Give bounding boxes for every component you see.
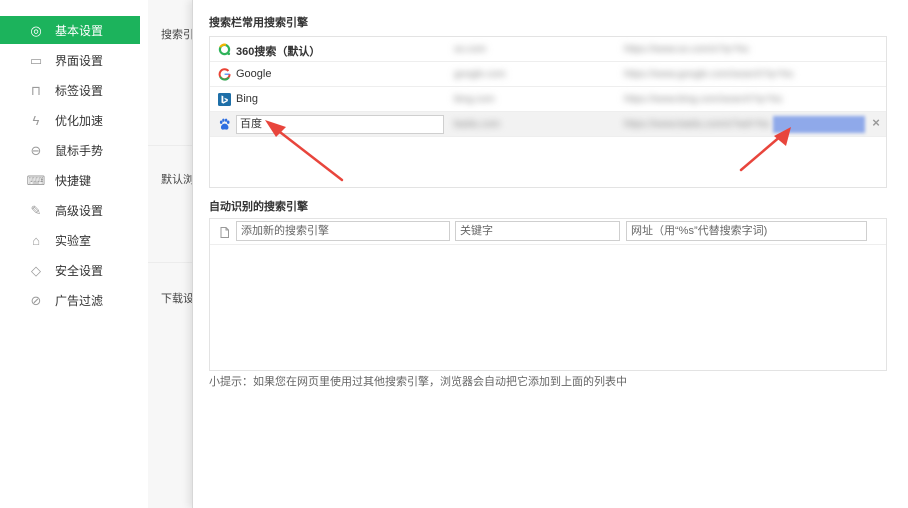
- sidebar-item-label: 快捷键: [55, 173, 92, 188]
- engine-name: Google: [236, 68, 272, 80]
- mouse-icon: ⊖: [30, 142, 42, 158]
- engine-row-bing[interactable]: Bing bing.com https://www.bing.com/searc…: [210, 87, 886, 112]
- engine-keyword: bing.com: [454, 94, 495, 105]
- sidebar-item-label: 实验室: [55, 233, 92, 248]
- sidebar-item-label: 广告过滤: [55, 293, 104, 308]
- sidebar-item-label: 界面设置: [55, 53, 104, 68]
- sidebar-item-label: 标签设置: [55, 83, 104, 98]
- sidebar-item[interactable]: ▭ 界面设置: [0, 46, 140, 74]
- section-divider: [148, 145, 193, 146]
- 360-search-icon: [218, 43, 231, 56]
- engine-keyword: so.com: [454, 44, 487, 55]
- sidebar-item[interactable]: ⌂ 实验室: [0, 226, 140, 254]
- window-icon: ▭: [29, 52, 43, 68]
- shield-icon: ◇: [31, 262, 41, 278]
- sidebar-item-label: 安全设置: [55, 263, 104, 278]
- keyboard-icon: ⌨: [26, 172, 46, 188]
- engine-row-360[interactable]: 360搜索（默认） so.com https://www.so.com/s?q=…: [210, 37, 886, 62]
- engine-url: https://www.google.com/search?q=%s: [624, 69, 794, 80]
- auto-engines-title: 自动识别的搜索引擎: [209, 201, 308, 213]
- search-engine-dialog: 搜索栏常用搜索引擎 360搜索（默认） so.com https://www.s…: [192, 0, 908, 508]
- settings-section-strip: 搜索引 默认浏 下载设: [148, 0, 193, 508]
- engine-name: Bing: [236, 93, 259, 105]
- sidebar-item[interactable]: ◇ 安全设置: [0, 256, 140, 284]
- lightning-icon: ϟ: [32, 112, 40, 128]
- settings-sidebar: ◎ 基本设置 ▭ 界面设置 ⊓ 标签设置 ϟ 优化加速 ⊖ 鼠标手势 ⌨ 快捷键 ✎ 高级设置 ⌂ 实验室 ◇ 安…: [0, 0, 140, 508]
- section-label-search: 搜索引: [161, 29, 193, 41]
- sidebar-item[interactable]: ϟ 优化加速: [0, 106, 140, 134]
- bing-icon: [218, 93, 231, 106]
- engine-name: 360搜索（默认）: [236, 46, 321, 58]
- sidebar-item[interactable]: ✎ 高级设置: [0, 196, 140, 224]
- engine-keyword: baidu.com: [454, 119, 501, 130]
- google-icon: [218, 68, 231, 81]
- document-icon: [220, 227, 229, 238]
- engine-url: https://www.so.com/s?q=%s: [624, 44, 749, 55]
- sidebar-item[interactable]: ⊓ 标签设置: [0, 76, 140, 104]
- new-engine-row: 添加新的搜索引擎 关键字 网址（用“%s”代替搜索字词): [210, 219, 886, 245]
- circle-dot-icon: ◎: [30, 22, 42, 38]
- sidebar-item-label: 基本设置: [55, 23, 104, 38]
- sidebar-item[interactable]: ⊘ 广告过滤: [0, 286, 140, 314]
- engine-keyword: google.com: [454, 69, 506, 80]
- block-icon: ⊘: [30, 292, 42, 308]
- engine-row-baidu[interactable]: 百度 baidu.com https://www.baidu.com/s?wd=…: [210, 112, 886, 137]
- sidebar-item-label: 优化加速: [55, 113, 104, 128]
- tab-icon: ⊓: [30, 82, 42, 98]
- new-engine-url-input[interactable]: 网址（用“%s”代替搜索字词): [626, 221, 867, 241]
- section-label-download: 下载设: [161, 293, 193, 305]
- engine-row-google[interactable]: Google google.com https://www.google.com…: [210, 62, 886, 87]
- new-engine-keyword-input[interactable]: 关键字: [455, 221, 620, 241]
- engine-url: https://www.bing.com/search?q=%s: [624, 94, 783, 105]
- engine-name-edit-input[interactable]: 百度: [236, 115, 444, 134]
- url-text-selection: [773, 116, 865, 133]
- sidebar-item[interactable]: ◎ 基本设置: [0, 16, 140, 44]
- section-label-default-browser: 默认浏: [161, 174, 193, 186]
- auto-engines-list: 添加新的搜索引擎 关键字 网址（用“%s”代替搜索字词): [209, 218, 887, 371]
- flask-icon: ⌂: [32, 232, 40, 248]
- common-engines-title: 搜索栏常用搜索引擎: [209, 17, 308, 29]
- sidebar-item-label: 高级设置: [55, 203, 104, 218]
- baidu-paw-icon: [219, 118, 230, 130]
- delete-engine-button[interactable]: ×: [870, 116, 882, 129]
- sidebar-item-label: 鼠标手势: [55, 143, 104, 158]
- new-engine-name-input[interactable]: 添加新的搜索引擎: [236, 221, 450, 241]
- section-divider: [148, 262, 193, 263]
- engine-url: https://www.baidu.com/s?wd=%s: [624, 119, 770, 130]
- sidebar-item[interactable]: ⊖ 鼠标手势: [0, 136, 140, 164]
- hint-text: 小提示：如果您在网页里使用过其他搜索引擎，浏览器会自动把它添加到上面的列表中: [209, 376, 627, 388]
- common-engines-list: 360搜索（默认） so.com https://www.so.com/s?q=…: [209, 36, 887, 188]
- sidebar-item[interactable]: ⌨ 快捷键: [0, 166, 140, 194]
- wrench-icon: ✎: [30, 202, 42, 218]
